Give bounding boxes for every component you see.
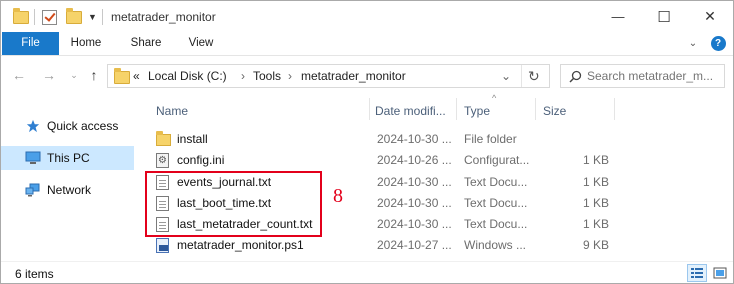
details-view-icon [691,268,703,278]
window-title: metatrader_monitor [111,10,216,24]
back-arrow-icon[interactable]: ← [10,66,28,84]
large-icons-view-icon [713,267,727,279]
breadcrumb-separator-icon[interactable]: › [288,69,292,83]
search-input[interactable] [587,68,717,84]
maximize-button[interactable]: ☐ [641,1,687,32]
folder-icon [13,7,29,26]
file-date: 2024-10-30 ... [377,217,452,231]
search-icon [569,70,582,83]
divider [34,9,35,25]
title-bar: ▼ metatrader_monitor — ☐ ✕ [1,1,733,32]
status-bar: 6 items [1,261,733,283]
file-type: Windows ... [464,238,527,252]
column-divider[interactable] [614,98,615,120]
divider [102,9,103,25]
annotation-highlight-box [145,171,322,237]
file-type: Text Docu... [464,217,528,231]
tab-view[interactable]: View [177,32,225,55]
column-divider[interactable] [369,98,370,120]
sort-ascending-icon: ^ [492,93,497,103]
customize-toolbar-chevron-icon[interactable]: ▼ [88,8,97,26]
help-icon[interactable]: ? [709,32,727,55]
tab-share[interactable]: Share [122,32,170,55]
file-size: 1 KB [582,217,609,231]
forward-arrow-icon[interactable]: → [40,66,58,84]
pc-icon [25,151,41,164]
column-header-name[interactable]: Name [156,104,188,118]
up-arrow-icon[interactable]: ↑ [85,66,103,84]
explorer-window: ▼ metatrader_monitor — ☐ ✕ File Home Sha… [0,0,734,284]
divider [521,65,522,87]
column-header-type[interactable]: Type [464,104,490,118]
search-box[interactable] [560,64,725,88]
sidebar-item-label: Quick access [47,119,119,133]
file-size: 9 KB [582,238,609,252]
details-view-button[interactable] [687,264,707,282]
tab-home[interactable]: Home [62,32,110,55]
file-row-install[interactable]: install 2024-10-30 ... File folder [145,129,615,150]
sidebar-item-quick-access[interactable]: Quick access [1,114,134,138]
file-row-metatrader-monitor-ps1[interactable]: metatrader_monitor.ps1 2024-10-27 ... Wi… [145,235,615,256]
breadcrumb-local-disk[interactable]: Local Disk (C:) [148,69,227,83]
tab-file[interactable]: File [2,32,59,55]
file-name: config.ini [177,153,225,167]
address-bar[interactable]: « Local Disk (C:) › Tools › metatrader_m… [107,64,550,88]
ribbon: File Home Share View ⌄ ? [1,32,733,56]
column-divider[interactable] [456,98,457,120]
column-header-size[interactable]: Size [543,104,566,118]
navigation-pane: Quick access This PC Network [1,96,134,261]
address-overflow[interactable]: « [133,69,140,83]
file-type: Text Docu... [464,196,528,210]
close-button[interactable]: ✕ [687,1,733,32]
new-folder-icon[interactable] [66,7,82,26]
file-row-config[interactable]: config.ini 2024-10-26 ... Configurat... … [145,150,615,171]
recent-locations-chevron-icon[interactable]: ⌄ [65,66,83,84]
file-name: install [177,132,208,146]
file-date: 2024-10-30 ... [377,132,452,146]
powershell-file-icon [156,238,169,253]
refresh-icon[interactable]: ↻ [528,68,540,85]
item-count: 6 items [15,267,54,281]
file-type: Configurat... [464,153,530,167]
folder-icon [156,131,171,146]
file-type: File folder [464,132,517,146]
large-icons-view-button[interactable] [710,264,730,282]
sidebar-item-label: Network [47,183,92,197]
file-size: 1 KB [582,175,609,189]
file-date: 2024-10-26 ... [377,153,452,167]
file-size: 1 KB [582,153,609,167]
breadcrumb-tools[interactable]: Tools [253,69,281,83]
file-date: 2024-10-27 ... [377,238,452,252]
sidebar-item-this-pc[interactable]: This PC [1,146,134,170]
minimize-button[interactable]: — [595,1,641,32]
star-icon [26,119,40,133]
file-name: metatrader_monitor.ps1 [177,238,304,252]
sidebar-item-network[interactable]: Network [1,178,134,202]
properties-icon[interactable] [42,8,57,26]
address-history-chevron-icon[interactable]: ⌄ [501,69,511,83]
column-header-row: Name Date modifi... Type ^ Size [145,93,615,122]
file-type: Text Docu... [464,175,528,189]
network-icon [25,183,40,197]
chevron-down-icon[interactable]: ⌄ [685,32,701,55]
file-date: 2024-10-30 ... [377,196,452,210]
column-divider[interactable] [535,98,536,120]
file-date: 2024-10-30 ... [377,175,452,189]
breadcrumb-separator-icon[interactable]: › [241,69,245,83]
column-header-date[interactable]: Date modifi... [375,104,446,118]
ini-file-icon [156,153,169,168]
annotation-label: 8 [333,185,343,207]
sidebar-item-label: This PC [47,151,90,165]
breadcrumb-metatrader-monitor[interactable]: metatrader_monitor [301,69,406,83]
folder-icon [114,68,130,87]
address-row: ← → ⌄ ↑ « Local Disk (C:) › Tools › meta… [1,57,733,95]
file-size: 1 KB [582,196,609,210]
